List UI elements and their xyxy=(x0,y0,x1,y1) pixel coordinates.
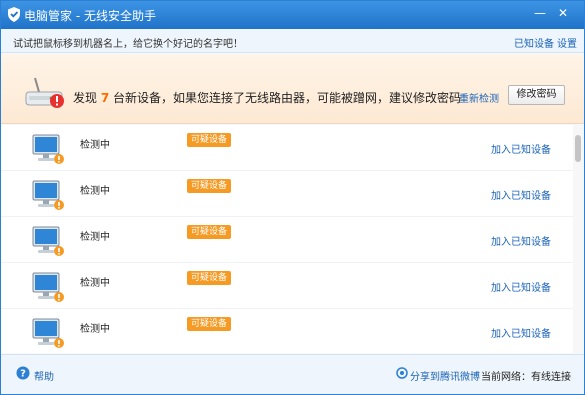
device-row: 检测中 可疑设备 加入已知设备 xyxy=(1,263,573,309)
app-window: 电脑管家 - 无线安全助手 — ✕ 试试把鼠标移到机器名上，给它换个好记的名字吧… xyxy=(0,0,585,395)
add-known-device-link[interactable]: 加入已知设备 xyxy=(491,233,551,248)
device-row: 检测中 可疑设备 加入已知设备 xyxy=(1,125,573,171)
banner-prefix: 发现 xyxy=(73,91,98,105)
share-weibo-icon[interactable] xyxy=(396,367,408,379)
device-row: 检测中 可疑设备 加入已知设备 xyxy=(1,171,573,217)
settings-link[interactable]: 设置 xyxy=(557,35,577,50)
computer-warning-icon xyxy=(32,180,64,210)
device-status: 检测中 xyxy=(80,186,110,197)
alert-banner: 发现 7 台新设备，如果您连接了无线路由器，可能被蹭网，建议修改密码 重新检测 … xyxy=(1,54,584,124)
computer-warning-icon xyxy=(32,318,64,348)
scrollbar-thumb[interactable] xyxy=(575,135,581,162)
suspicious-badge: 可疑设备 xyxy=(187,133,232,147)
add-known-device-link[interactable]: 加入已知设备 xyxy=(491,279,551,294)
suspicious-badge: 可疑设备 xyxy=(187,271,232,285)
suspicious-badge: 可疑设备 xyxy=(187,179,232,193)
computer-warning-icon xyxy=(32,226,64,256)
banner-suffix: 台新设备，如果您连接了无线路由器，可能被蹭网，建议修改密码 xyxy=(113,91,462,105)
device-status: 检测中 xyxy=(80,278,110,289)
device-list: 检测中 可疑设备 加入已知设备 检测中 可疑设备 加入已知设备 检测中 可疑设备… xyxy=(1,125,584,353)
help-link[interactable]: 帮助 xyxy=(34,368,54,383)
computer-warning-icon xyxy=(32,272,64,302)
share-weibo-link[interactable]: 分享到腾讯微博 xyxy=(410,368,480,383)
title-bar[interactable]: 电脑管家 - 无线安全助手 — ✕ xyxy=(1,1,584,29)
router-icon xyxy=(25,77,64,108)
minimize-button[interactable]: — xyxy=(531,5,549,21)
known-devices-link[interactable]: 已知设备 xyxy=(514,35,554,50)
hint-bar: 试试把鼠标移到机器名上，给它换个好记的名字吧！ 已知设备 设置 xyxy=(1,29,584,53)
shield-logo-icon xyxy=(8,7,20,22)
network-status: 当前网络：有线连接 xyxy=(481,372,571,383)
help-icon[interactable]: ? xyxy=(16,366,30,380)
banner-message: 发现 7 台新设备，如果您连接了无线路由器，可能被蹭网，建议修改密码 xyxy=(73,89,461,106)
add-known-device-link[interactable]: 加入已知设备 xyxy=(491,325,551,340)
device-status: 检测中 xyxy=(80,232,110,243)
recheck-link[interactable]: 重新检测 xyxy=(459,90,499,105)
window-title: 电脑管家 - 无线安全助手 xyxy=(24,9,156,23)
footer-bar: ? 帮助 分享到腾讯微博 当前网络：有线连接 xyxy=(1,354,584,394)
device-row: 检测中 可疑设备 加入已知设备 xyxy=(1,217,573,263)
device-status: 检测中 xyxy=(80,324,110,335)
device-row: 检测中 可疑设备 加入已知设备 xyxy=(1,309,573,353)
add-known-device-link[interactable]: 加入已知设备 xyxy=(491,187,551,202)
suspicious-badge: 可疑设备 xyxy=(187,317,232,331)
hint-text: 试试把鼠标移到机器名上，给它换个好记的名字吧！ xyxy=(13,39,243,50)
list-scrollbar[interactable] xyxy=(573,125,584,353)
add-known-device-link[interactable]: 加入已知设备 xyxy=(491,141,551,156)
new-device-count: 7 xyxy=(100,91,110,105)
suspicious-badge: 可疑设备 xyxy=(187,225,232,239)
svg-text:?: ? xyxy=(20,369,26,380)
device-status: 检测中 xyxy=(80,140,110,151)
close-button[interactable]: ✕ xyxy=(554,5,572,21)
change-password-button[interactable]: 修改密码 xyxy=(508,85,565,105)
computer-warning-icon xyxy=(32,134,64,164)
